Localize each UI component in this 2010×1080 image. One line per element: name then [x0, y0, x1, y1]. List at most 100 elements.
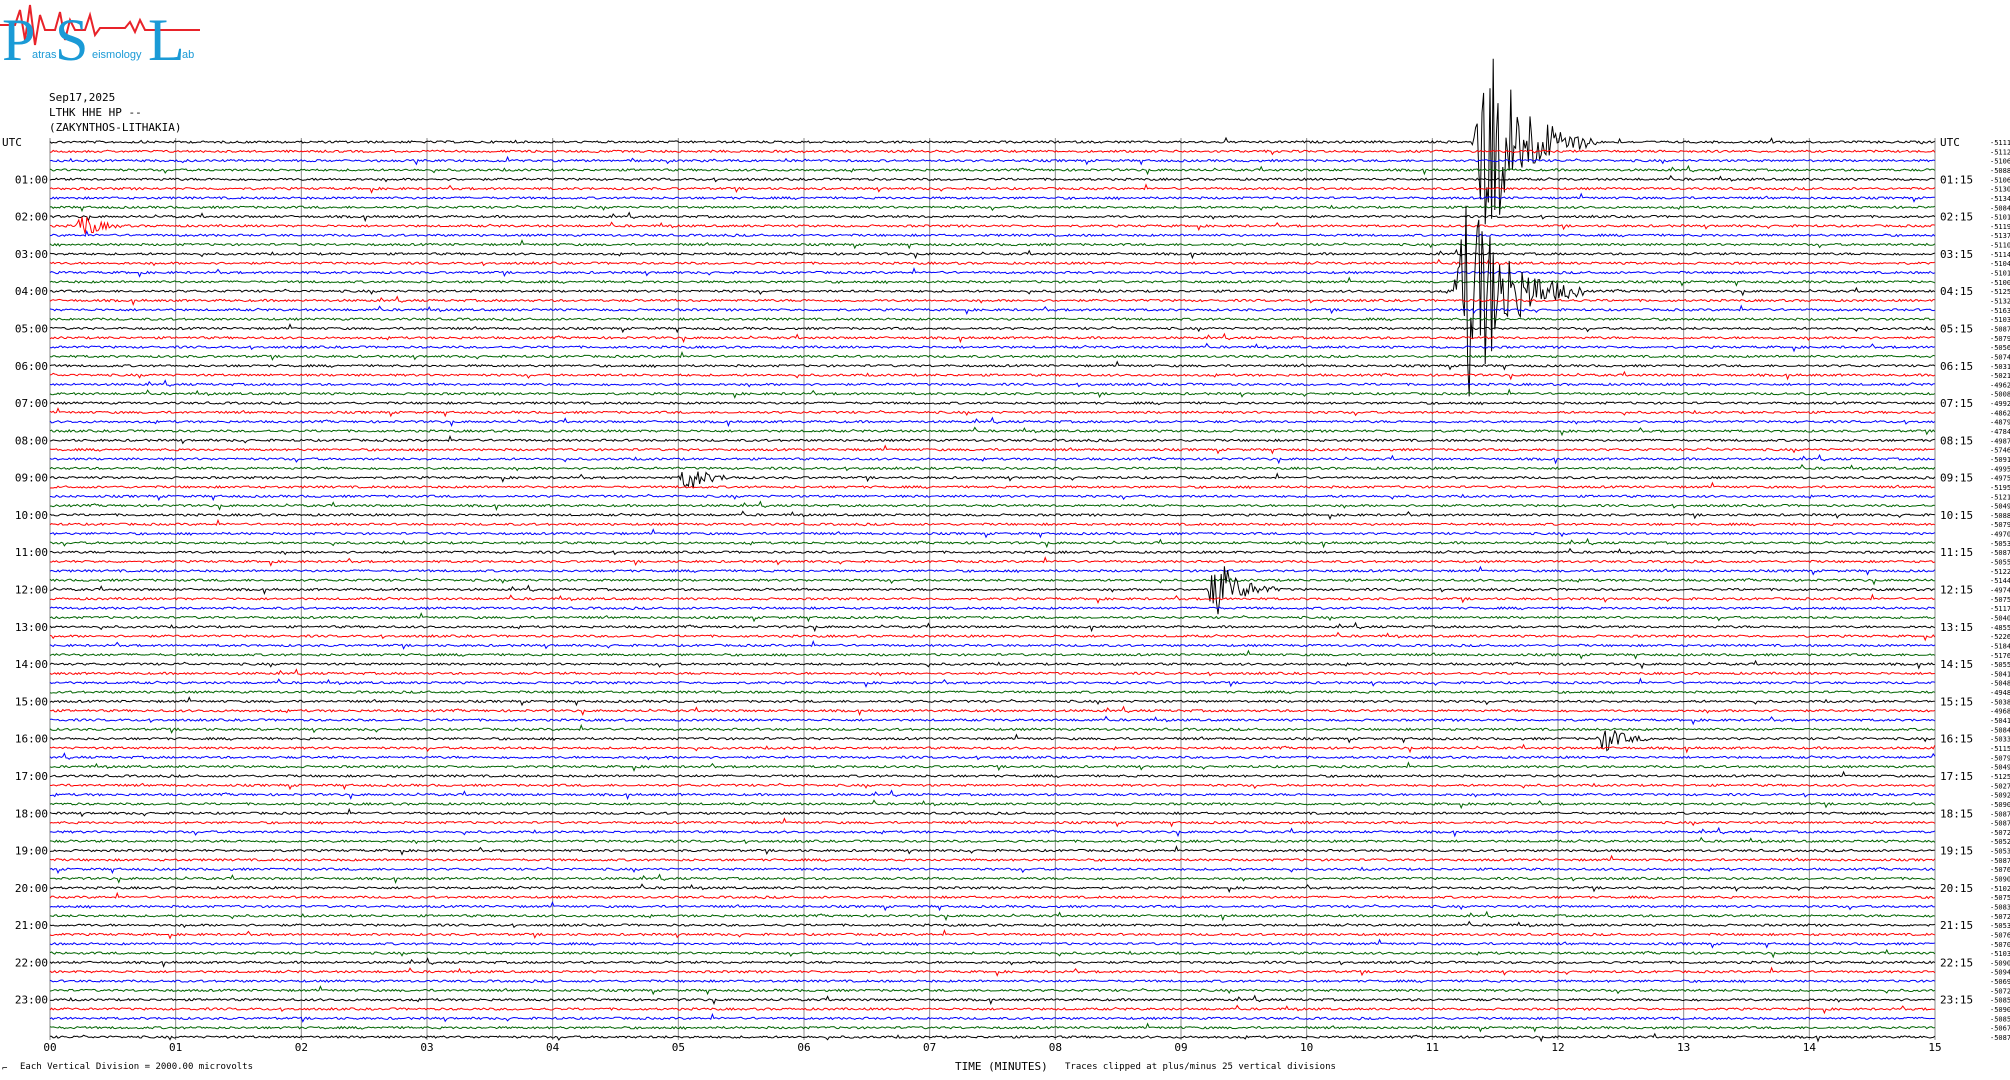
- row-offset-label-72: -5087: [1990, 810, 2010, 818]
- right-hour-label-17: 17:15: [1940, 770, 1973, 783]
- trace-row-93: [49, 1004, 1935, 1015]
- x-tick-label-12: 12: [1551, 1041, 1564, 1054]
- row-offset-label-26: -4962: [1990, 381, 2010, 389]
- row-offset-label-82: -5083: [1990, 903, 2010, 911]
- left-hour-label-7: 07:00: [15, 397, 48, 410]
- row-offset-label-69: -5027: [1990, 782, 2010, 790]
- right-hour-label-1: 01:15: [1940, 173, 1973, 186]
- trace-row-48: [49, 566, 1935, 615]
- row-offset-label-2: -5106: [1990, 158, 2010, 166]
- left-hour-label-11: 11:00: [15, 546, 48, 559]
- trace-row-85: [49, 929, 1935, 940]
- right-hour-label-12: 12:15: [1940, 584, 1973, 597]
- row-offset-label-14: -5101: [1990, 270, 2010, 278]
- row-offset-label-27: -5008: [1990, 391, 2010, 399]
- trace-row-77: [49, 854, 1936, 863]
- row-offset-label-95: -5067: [1990, 1025, 2010, 1033]
- row-offset-label-4: -5106: [1990, 176, 2010, 184]
- x-tick-label-11: 11: [1426, 1041, 1439, 1054]
- x-tick-label-07: 07: [923, 1041, 936, 1054]
- clip-note: Traces clipped at plus/minus 25 vertical…: [1065, 1062, 1336, 1072]
- row-offset-label-76: -5053: [1990, 848, 2010, 856]
- row-offset-label-16: -5125: [1990, 288, 2010, 296]
- trace-row-44: [49, 547, 1935, 556]
- trace-row-84: [49, 920, 1935, 929]
- row-offset-label-62: -5041: [1990, 717, 2010, 725]
- trace-row-60: [49, 696, 1935, 707]
- trace-row-87: [49, 948, 1936, 959]
- trace-row-4: [49, 174, 1935, 183]
- trace-row-57: [49, 668, 1935, 677]
- trace-row-6: [49, 192, 1935, 203]
- row-offset-label-37: -5195: [1990, 484, 2010, 492]
- trace-row-71: [49, 799, 1936, 810]
- trace-row-80: [49, 883, 1935, 894]
- row-offset-label-32: -4987: [1990, 437, 2010, 445]
- trace-row-91: [49, 985, 1936, 996]
- trace-row-74: [49, 826, 1936, 838]
- row-offset-label-31: -4784: [1990, 428, 2010, 436]
- row-offset-label-51: -5040: [1990, 614, 2010, 622]
- trace-row-78: [49, 866, 1936, 875]
- row-offset-label-47: -5144: [1990, 577, 2010, 585]
- trace-row-76: [49, 845, 1935, 856]
- row-offset-label-12: -5114: [1990, 251, 2010, 259]
- scale-note: Each Vertical Division = 2000.00 microvo…: [20, 1062, 253, 1072]
- row-offset-label-41: -5079: [1990, 521, 2010, 529]
- row-offset-label-49: -5075: [1990, 596, 2010, 604]
- left-hour-label-10: 10:00: [15, 509, 48, 522]
- trace-row-65: [49, 743, 1936, 754]
- right-hour-label-15: 15:15: [1940, 695, 1973, 708]
- right-hour-label-20: 20:15: [1940, 882, 1973, 895]
- row-offset-label-34: -5091: [1990, 456, 2010, 464]
- trace-row-56: [49, 659, 1935, 670]
- row-offset-label-94: -5085: [1990, 1015, 2010, 1023]
- row-offset-label-25: -5021: [1990, 372, 2010, 380]
- trace-row-21: [49, 332, 1936, 344]
- trace-row-53: [49, 631, 1936, 642]
- trace-row-46: [49, 565, 1936, 576]
- left-hour-label-22: 22:00: [15, 956, 48, 969]
- trace-row-45: [49, 556, 1935, 567]
- row-offset-label-56: -5055: [1990, 661, 2010, 669]
- x-tick-label-09: 09: [1174, 1041, 1187, 1054]
- trace-row-90: [49, 979, 1936, 984]
- row-offset-label-1: -5112: [1990, 148, 2010, 156]
- left-hour-label-18: 18:00: [15, 807, 48, 820]
- trace-row-83: [49, 910, 1935, 922]
- row-offset-label-29: -4862: [1990, 409, 2010, 417]
- row-offset-label-22: -5056: [1990, 344, 2010, 352]
- row-offset-label-9: -5119: [1990, 223, 2010, 231]
- row-offset-label-53: -5226: [1990, 633, 2010, 641]
- trace-row-70: [49, 789, 1935, 801]
- row-offset-label-48: -4974: [1990, 587, 2010, 595]
- right-hour-label-14: 14:15: [1940, 658, 1973, 671]
- trace-row-68: [49, 770, 1935, 779]
- right-hour-label-8: 08:15: [1940, 434, 1973, 447]
- row-offset-label-96: -5087: [1990, 1034, 2010, 1042]
- trace-row-28: [49, 401, 1936, 406]
- trace-row-55: [49, 649, 1936, 660]
- left-hour-label-12: 12:00: [15, 584, 48, 597]
- trace-row-42: [49, 528, 1936, 539]
- trace-row-47: [49, 577, 1935, 586]
- x-tick-label-05: 05: [672, 1041, 685, 1054]
- left-hour-label-15: 15:00: [15, 695, 48, 708]
- trace-row-41: [49, 518, 1935, 527]
- trace-row-92: [49, 994, 1935, 1006]
- trace-row-73: [49, 817, 1936, 828]
- row-offset-label-33: -5746: [1990, 447, 2010, 455]
- x-tick-label-15: 15: [1928, 1041, 1941, 1054]
- row-offset-label-55: -5176: [1990, 652, 2010, 660]
- x-tick-label-04: 04: [546, 1041, 560, 1054]
- row-offset-label-70: -5092: [1990, 792, 2010, 800]
- row-offset-label-20: -5087: [1990, 325, 2010, 333]
- trace-row-75: [49, 836, 1936, 845]
- left-hour-label-14: 14:00: [15, 658, 48, 671]
- row-offset-label-38: -5121: [1990, 493, 2010, 501]
- row-offset-label-54: -5184: [1990, 642, 2010, 650]
- row-offset-label-93: -5090: [1990, 1006, 2010, 1014]
- row-offset-label-81: -5075: [1990, 894, 2010, 902]
- row-offset-label-59: -4948: [1990, 689, 2010, 697]
- trace-row-62: [49, 715, 1936, 726]
